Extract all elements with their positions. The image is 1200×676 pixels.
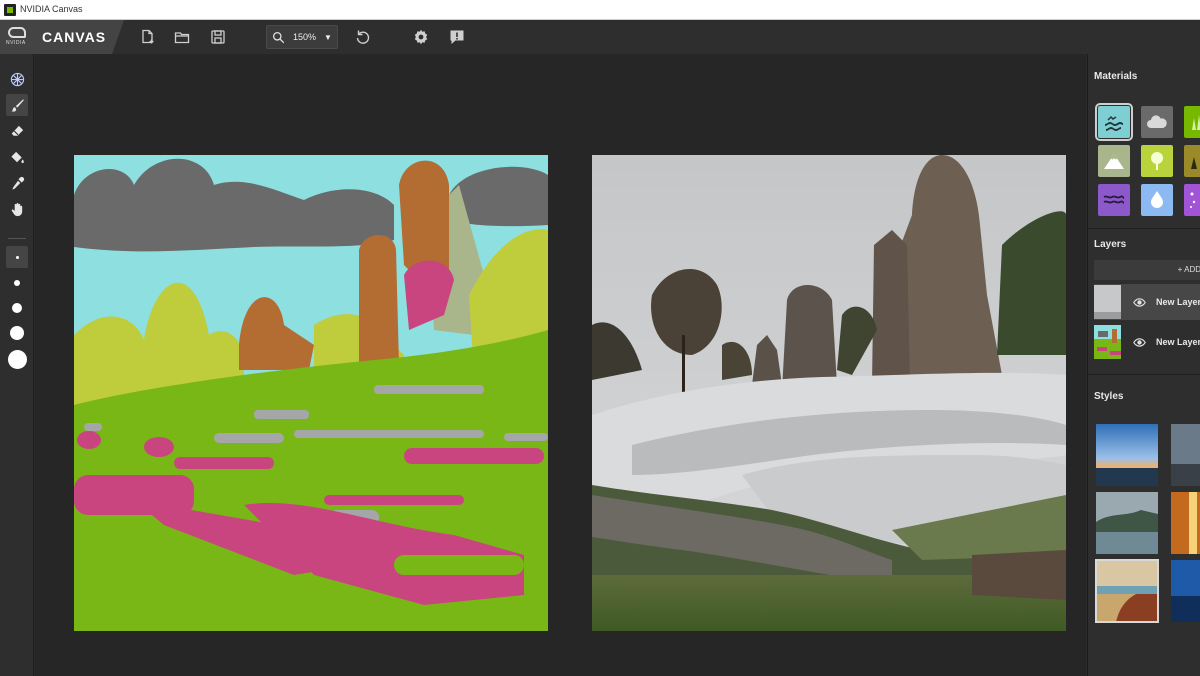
open-file-button[interactable] xyxy=(172,27,192,47)
segmentation-map xyxy=(74,155,548,631)
bush-icon xyxy=(1191,157,1197,169)
fill-tool[interactable] xyxy=(6,146,28,168)
mountain-icon xyxy=(1104,154,1124,169)
brush-tool[interactable] xyxy=(6,94,28,116)
eye-icon xyxy=(1133,297,1146,307)
settings-button[interactable] xyxy=(411,27,431,47)
folder-icon xyxy=(174,32,190,44)
gear-icon xyxy=(414,29,428,45)
eraser-tool[interactable] xyxy=(6,120,28,142)
style-thumb-sunset-sea[interactable] xyxy=(1096,424,1158,486)
tool-separator xyxy=(8,238,26,239)
style-thumb-lake[interactable] xyxy=(1096,492,1158,554)
chevron-down-icon: ▼ xyxy=(324,32,332,42)
materials-title: Materials xyxy=(1094,71,1138,82)
rotate-icon xyxy=(356,30,370,44)
eyedropper-tool[interactable] xyxy=(6,172,28,194)
right-panel: Materials Layers + ADD New Layer New Lay… xyxy=(1087,54,1200,676)
reset-button[interactable] xyxy=(353,27,373,47)
water-icon xyxy=(1105,115,1123,131)
style-thumb-dusk[interactable] xyxy=(1171,424,1200,486)
drop-icon xyxy=(1151,191,1163,208)
eraser-icon xyxy=(11,125,23,136)
paint-bucket-icon xyxy=(10,151,24,163)
brand: NVIDIA CANVAS xyxy=(0,20,124,54)
hand-icon xyxy=(11,202,22,216)
material-sparkle[interactable] xyxy=(1184,184,1200,216)
layer-visibility-toggle[interactable] xyxy=(1133,335,1146,349)
brush-size-s[interactable] xyxy=(6,272,28,294)
brush-size-l[interactable] xyxy=(6,322,28,344)
sparkle-icon xyxy=(1190,192,1196,208)
material-clouds[interactable] xyxy=(1141,106,1173,138)
brush-size-m[interactable] xyxy=(6,297,28,319)
cloud-icon xyxy=(1147,115,1167,128)
app-icon xyxy=(4,4,16,16)
add-layer-button[interactable]: + ADD xyxy=(1094,260,1200,280)
layer-name: New Layer xyxy=(1155,297,1200,307)
brush-size-xl[interactable] xyxy=(6,348,28,370)
style-thumb-golden[interactable] xyxy=(1171,492,1200,554)
material-bush[interactable] xyxy=(1184,145,1200,177)
material-grass[interactable] xyxy=(1184,106,1200,138)
generated-landscape xyxy=(592,155,1066,631)
material-water[interactable] xyxy=(1095,103,1133,141)
logo-word: NVIDIA xyxy=(6,40,26,46)
layers-title: Layers xyxy=(1094,239,1127,250)
material-waves[interactable] xyxy=(1098,184,1130,216)
brush-select-tool[interactable] xyxy=(6,68,28,90)
layer-visibility-toggle[interactable] xyxy=(1133,295,1146,309)
material-water-drop[interactable] xyxy=(1141,184,1173,216)
layer-row[interactable]: New Layer xyxy=(1094,284,1200,320)
zoom-select[interactable]: 150% ▼ xyxy=(266,25,338,49)
nvidia-logo-icon: NVIDIA xyxy=(6,26,30,48)
layer-row[interactable]: New Layer xyxy=(1094,324,1200,360)
material-mountain[interactable] xyxy=(1098,145,1130,177)
waves-icon xyxy=(1103,195,1125,204)
new-file-button[interactable] xyxy=(138,27,158,47)
layer-thumbnail xyxy=(1094,325,1121,359)
app-name: CANVAS xyxy=(42,29,107,45)
window-titlebar: NVIDIA Canvas xyxy=(0,0,1200,20)
panel-divider xyxy=(1088,228,1200,229)
styles-title: Styles xyxy=(1094,391,1124,402)
pan-tool[interactable] xyxy=(6,198,28,220)
save-icon xyxy=(211,30,225,44)
material-tree[interactable] xyxy=(1141,145,1173,177)
window-title: NVIDIA Canvas xyxy=(20,4,83,14)
main-toolbar: NVIDIA CANVAS 150% ▼ xyxy=(0,20,1200,54)
style-thumb-coast[interactable] xyxy=(1095,559,1159,623)
save-button[interactable] xyxy=(208,27,228,47)
brush-icon xyxy=(10,98,24,112)
style-thumb-night-city[interactable] xyxy=(1171,560,1200,622)
brush-size-xs[interactable] xyxy=(6,246,28,268)
tool-strip xyxy=(0,54,34,676)
tree-icon xyxy=(1151,152,1163,170)
feedback-icon xyxy=(450,30,464,44)
magnifier-icon xyxy=(272,31,285,43)
paint-canvas[interactable] xyxy=(74,155,548,631)
palette-wheel-icon xyxy=(10,72,24,86)
eyedropper-icon xyxy=(11,176,24,190)
layer-name: New Layer xyxy=(1155,337,1200,347)
panel-divider xyxy=(1088,374,1200,375)
eye-icon xyxy=(1133,337,1146,347)
zoom-value: 150% xyxy=(293,32,317,42)
new-file-icon xyxy=(142,29,154,44)
layer-thumbnail xyxy=(1094,285,1121,319)
output-canvas xyxy=(592,155,1066,631)
feedback-button[interactable] xyxy=(447,27,467,47)
grass-icon xyxy=(1192,115,1200,130)
